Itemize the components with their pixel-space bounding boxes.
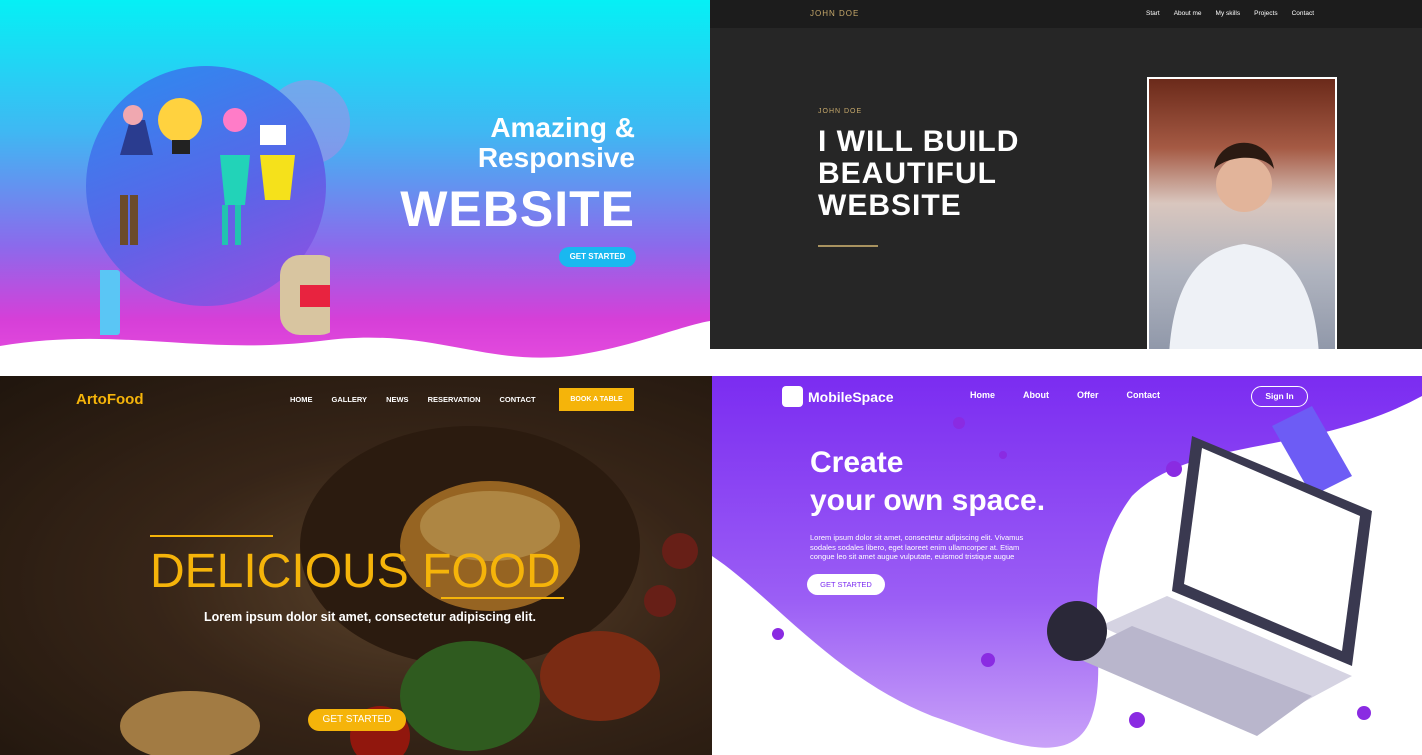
get-started-button[interactable]: GET STARTED — [807, 574, 885, 595]
nav-item-gallery[interactable]: GALLERY — [332, 395, 368, 404]
decor-dot — [1166, 461, 1182, 477]
nav-item-about[interactable]: About me — [1174, 10, 1202, 17]
nav-item-reservation[interactable]: RESERVATION — [428, 395, 481, 404]
hero-body-text: Lorem ipsum dolor sit amet, consectetur … — [810, 533, 1024, 561]
nav-item-contact[interactable]: CONTACT — [500, 395, 536, 404]
hero-subtitle: JOHN DOE — [818, 108, 863, 115]
main-nav: Start About me My skills Projects Contac… — [1146, 10, 1314, 17]
hero-tagline: Lorem ipsum dolor sit amet, consectetur … — [204, 610, 537, 624]
main-nav: HOME GALLERY NEWS RESERVATION CONTACT — [290, 395, 536, 404]
sign-in-button[interactable]: Sign In — [1251, 386, 1308, 407]
decor-dot — [981, 653, 995, 667]
main-nav: Home About Offer Contact — [970, 390, 1160, 400]
restaurant-hero-panel: ArtoFood HOME GALLERY NEWS RESERVATION C… — [0, 376, 712, 755]
title-top-line — [150, 535, 273, 537]
hero-heading-line-2: BEAUTIFUL — [818, 157, 997, 190]
headline-line-3: WEBSITE — [400, 181, 635, 237]
site-brand[interactable]: JOHN DOE — [810, 9, 859, 18]
get-started-button[interactable]: GET STARTED — [559, 247, 636, 267]
nav-item-contact[interactable]: Contact — [1292, 10, 1314, 17]
decor-dot — [1357, 706, 1371, 720]
agency-hero-panel: Amazing & Responsive WEBSITE GET STARTED — [0, 0, 710, 376]
get-started-button[interactable]: GET STARTED — [308, 709, 406, 731]
hero-heading-line-2: your own space. — [810, 484, 1046, 517]
nav-item-home[interactable]: HOME — [290, 395, 313, 404]
nav-item-news[interactable]: NEWS — [386, 395, 409, 404]
mobilespace-hero-panel: MobileSpace Home About Offer Contact Sig… — [712, 376, 1422, 755]
decor-dot — [999, 451, 1007, 459]
decor-dot — [1129, 712, 1145, 728]
wave-divider — [0, 321, 710, 376]
mobilespace-logo-icon[interactable] — [782, 386, 803, 407]
portfolio-hero-panel: JOHN DOE Start About me My skills Projec… — [710, 0, 1422, 349]
decor-dot — [772, 628, 784, 640]
nav-item-about[interactable]: About — [1023, 390, 1049, 400]
hero-heading-line-1: I WILL BUILD — [818, 125, 1020, 158]
nav-item-contact[interactable]: Contact — [1127, 390, 1161, 400]
headline-line-2: Responsive — [477, 142, 635, 173]
hero-heading-line-3: WEBSITE — [818, 189, 962, 222]
site-brand[interactable]: MobileSpace — [808, 389, 894, 405]
profile-photo — [1147, 77, 1337, 349]
hero-heading-line-1: Create — [810, 446, 904, 479]
hero-title: DELICIOUS FOOD — [150, 545, 561, 598]
book-a-table-button[interactable]: BOOK A TABLE — [559, 388, 634, 411]
nav-item-start[interactable]: Start — [1146, 10, 1160, 17]
purple-wave-background — [712, 376, 1422, 748]
nav-item-projects[interactable]: Projects — [1254, 10, 1277, 17]
nav-item-home[interactable]: Home — [970, 390, 995, 400]
site-logo[interactable]: ArtoFood — [76, 391, 143, 408]
decor-dot — [953, 417, 965, 429]
accent-divider — [818, 245, 878, 247]
headline-line-1: Amazing & — [490, 112, 635, 143]
nav-item-skills[interactable]: My skills — [1216, 10, 1241, 17]
nav-item-offer[interactable]: Offer — [1077, 390, 1099, 400]
title-bottom-line — [441, 597, 564, 599]
